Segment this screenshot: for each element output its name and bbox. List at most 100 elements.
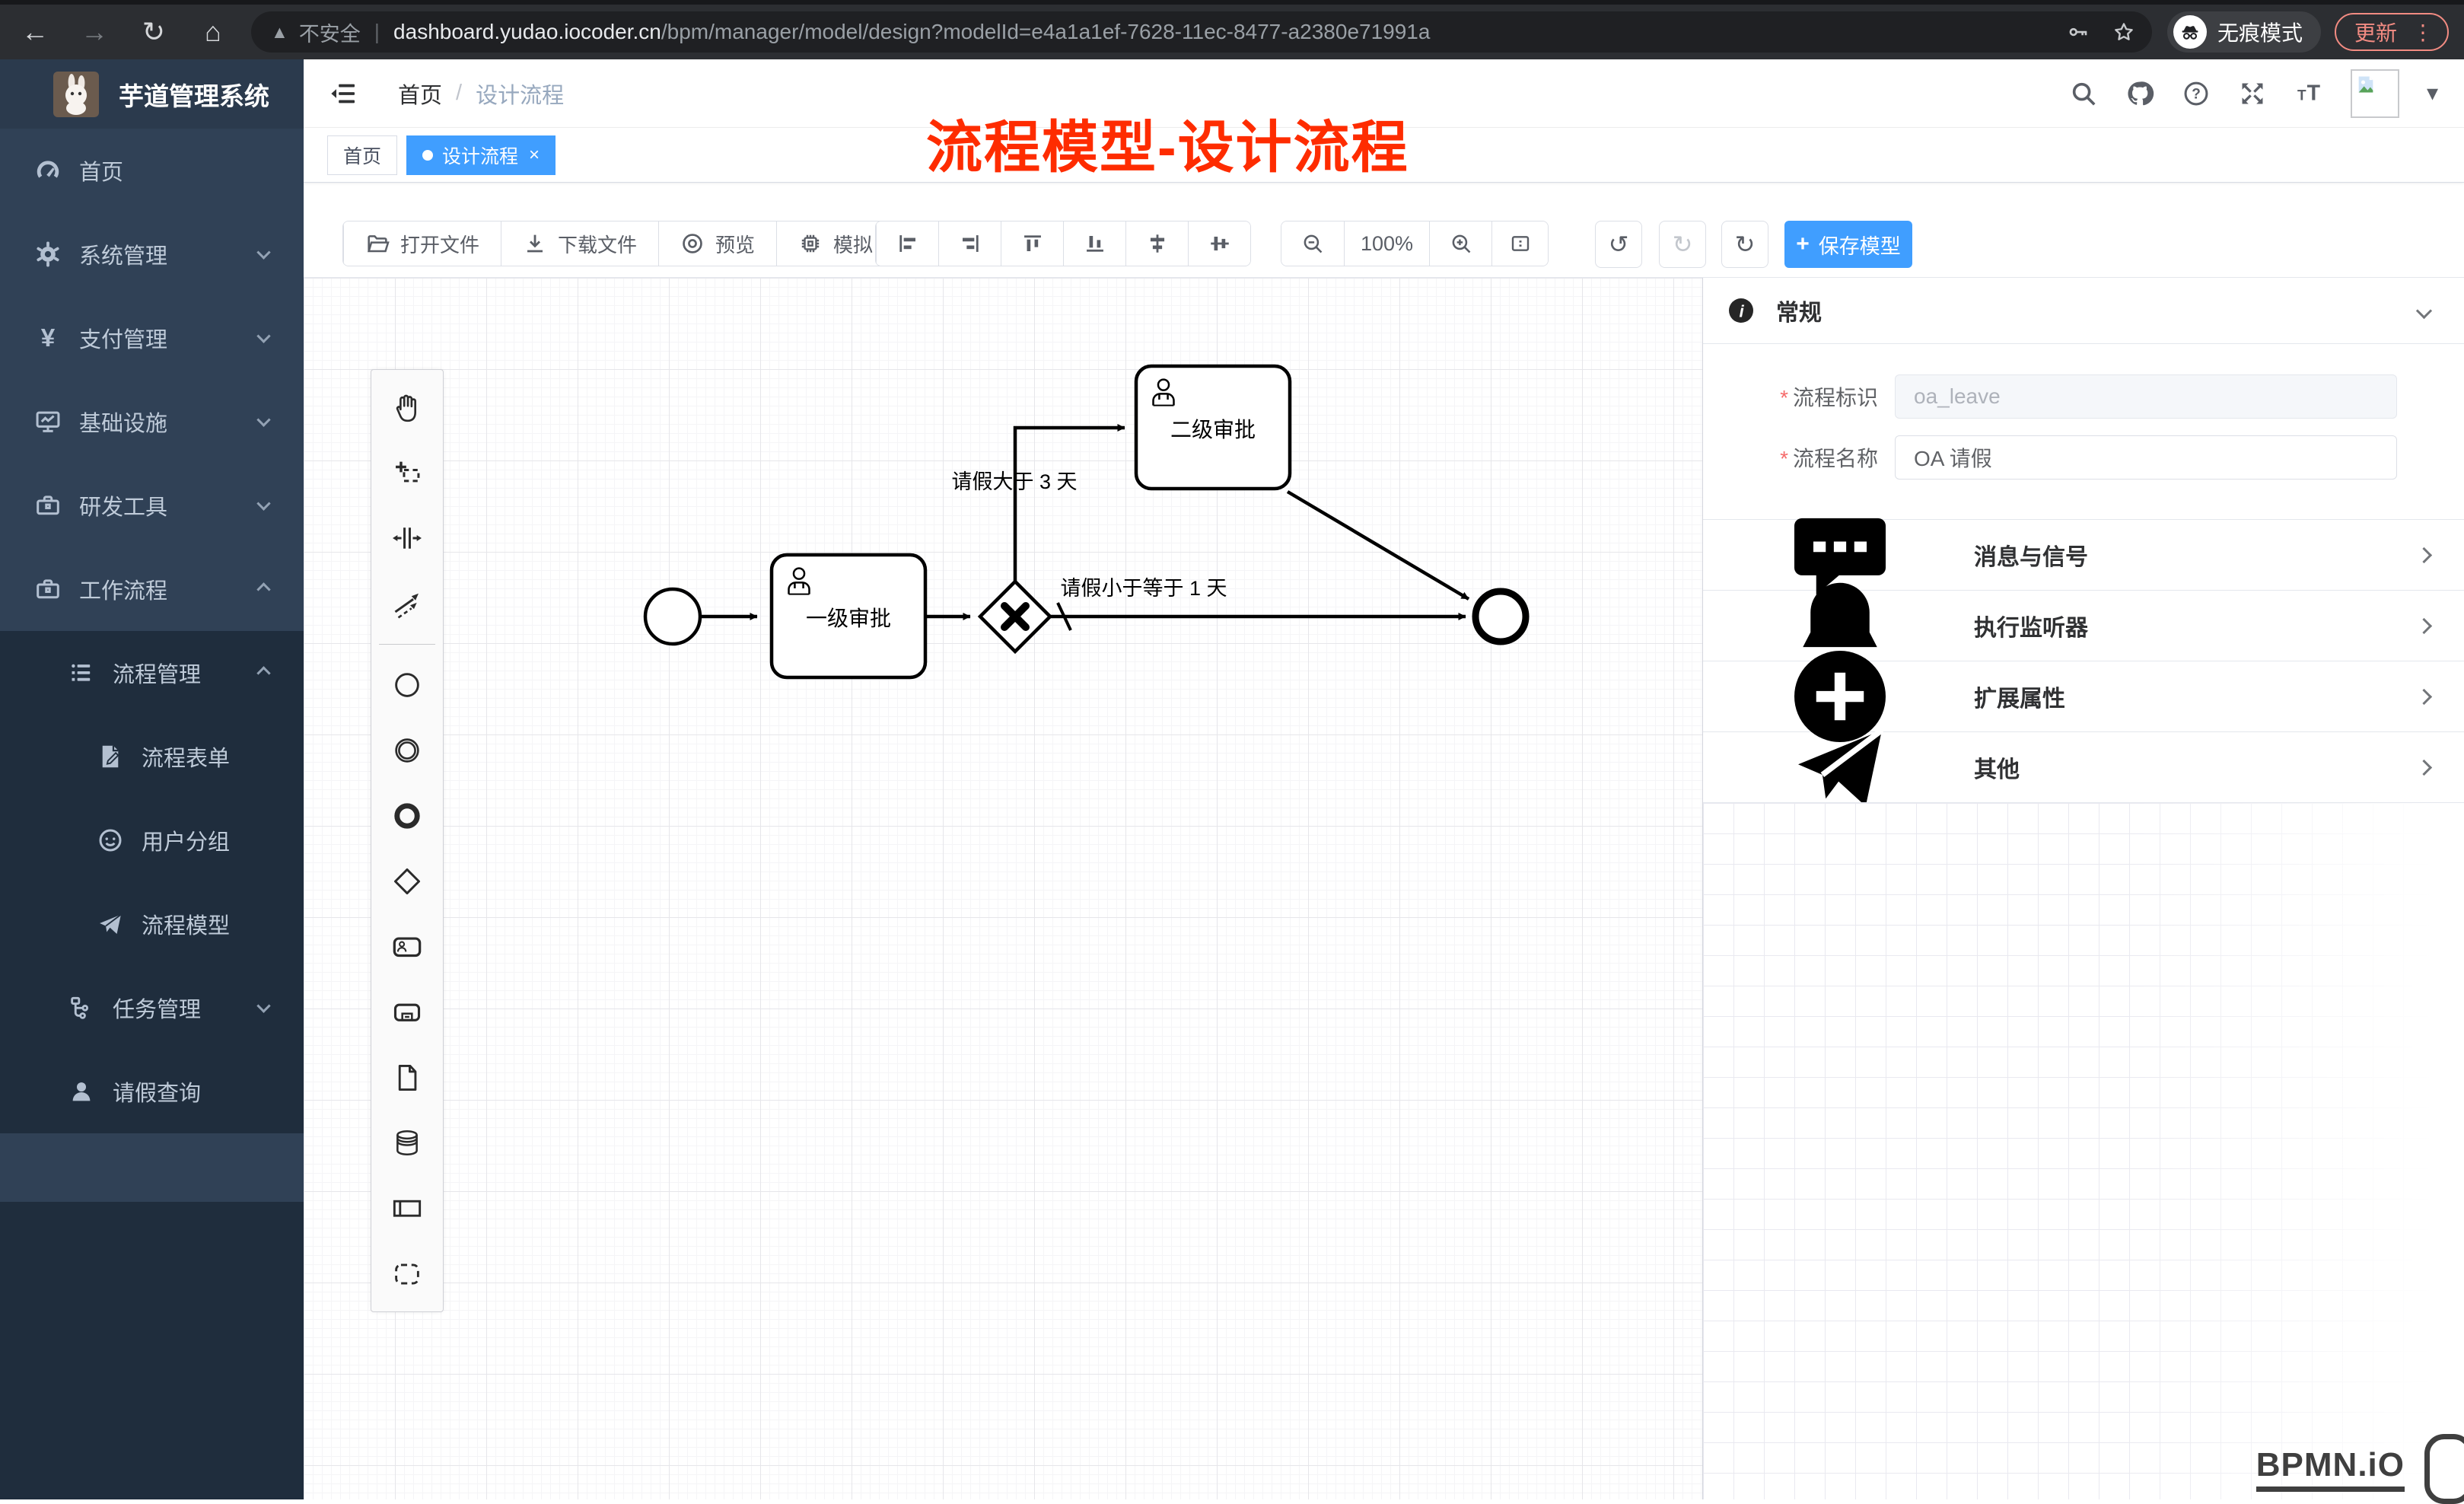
sidebar: 芋道管理系统 首页 系统管理 支付管理 基础设施 — [0, 59, 304, 1499]
palette-shape-icon — [390, 929, 425, 964]
hand-tool-icon[interactable] — [371, 374, 443, 440]
file-button-group: 打开文件 下载文件 预览 模拟 — [342, 221, 895, 266]
create-user-task-icon[interactable] — [371, 914, 443, 980]
exclusive-gateway[interactable] — [980, 582, 1050, 652]
create-start-event-icon[interactable] — [371, 652, 443, 718]
zoom-reset-icon — [1508, 231, 1533, 256]
reload-icon[interactable]: ↻ — [138, 16, 169, 48]
align-bottom-icon[interactable] — [1063, 221, 1125, 266]
sidebar-item-user-group[interactable]: 用户分组 — [0, 798, 304, 882]
sidebar-item-process-mgmt[interactable]: 流程管理 — [0, 631, 304, 715]
bookmark-star-icon[interactable] — [2112, 21, 2135, 43]
lasso-tool-icon[interactable] — [371, 440, 443, 505]
sidebar-item-home[interactable]: 首页 — [0, 129, 304, 212]
refresh-button[interactable]: ↻ — [1721, 221, 1768, 268]
create-subprocess-icon[interactable] — [371, 980, 443, 1045]
process-key-input[interactable] — [1895, 374, 2397, 419]
forward-icon[interactable]: → — [79, 16, 110, 48]
bpmn-io-logo[interactable]: BPMN.iO — [2256, 1434, 2429, 1492]
plus-icon: + — [1796, 231, 1810, 257]
create-data-object-icon[interactable] — [371, 1045, 443, 1110]
key-icon[interactable] — [2067, 21, 2090, 43]
create-pool-icon[interactable] — [371, 1176, 443, 1241]
navbar-actions: ▾ — [2069, 69, 2464, 118]
sidebar-item-system[interactable]: 系统管理 — [0, 212, 304, 296]
align-icon — [1145, 231, 1170, 256]
palette-shape-icon — [390, 864, 425, 899]
avatar[interactable] — [2351, 69, 2399, 118]
back-icon[interactable]: ← — [20, 16, 50, 48]
breadcrumb-home[interactable]: 首页 — [398, 78, 442, 110]
breadcrumb-current: 设计流程 — [476, 78, 564, 110]
start-event[interactable] — [645, 589, 700, 644]
help-icon[interactable] — [2182, 79, 2211, 108]
create-gateway-icon[interactable] — [371, 849, 443, 914]
sidebar-item-process-model[interactable]: 流程模型 — [0, 882, 304, 966]
font-size-icon[interactable] — [2294, 79, 2323, 108]
tab-design-process[interactable]: 设计流程 × — [406, 135, 556, 175]
browser-update-button[interactable]: 更新 ⋮ — [2335, 13, 2449, 51]
zoom-out-button[interactable] — [1281, 221, 1344, 266]
undo-button[interactable]: ↺ — [1595, 221, 1642, 268]
sidebar-item-label: 流程管理 — [113, 657, 201, 689]
align-center-vertical-icon[interactable] — [1188, 221, 1250, 266]
address-bar[interactable]: ▲ 不安全 | dashboard.yudao.iocoder.cn/bpm/m… — [251, 11, 2152, 53]
zoom-in-button[interactable] — [1429, 221, 1491, 266]
create-data-store-icon[interactable] — [371, 1110, 443, 1176]
align-left-icon[interactable] — [876, 221, 938, 266]
sidebar-item-icon — [33, 575, 62, 604]
browser-menu-icon[interactable]: ⋮ — [2412, 20, 2434, 45]
sidebar-menu: 首页 系统管理 支付管理 基础设施 研发 — [0, 129, 304, 1133]
incognito-icon — [2173, 15, 2207, 49]
sidebar-item-leave-query[interactable]: 请假查询 — [0, 1050, 304, 1133]
fullscreen-icon[interactable] — [2238, 79, 2267, 108]
sidebar-item-icon — [96, 742, 125, 771]
sidebar-item-infra[interactable]: 基础设施 — [0, 380, 304, 464]
app-logo-row[interactable]: 芋道管理系统 — [0, 59, 304, 129]
toolbar-button-icon — [523, 231, 547, 256]
chevron-down-icon[interactable]: ▾ — [2427, 80, 2438, 107]
tab-close-icon[interactable]: × — [529, 145, 540, 166]
panel-section-other[interactable]: 其他 — [1703, 731, 2464, 802]
tab-home[interactable]: 首页 — [327, 135, 397, 175]
sidebar-item-payment[interactable]: 支付管理 — [0, 296, 304, 380]
global-connect-tool-icon[interactable] — [371, 571, 443, 636]
sidebar-item-label: 首页 — [79, 155, 123, 186]
align-center-horizontal-icon[interactable] — [1125, 221, 1188, 266]
zoom-reset-button[interactable] — [1491, 221, 1548, 266]
open-file-button[interactable]: 打开文件 — [343, 221, 501, 266]
task-second-approval[interactable]: 二级审批 — [1136, 366, 1290, 489]
security-label[interactable]: 不安全 — [299, 18, 361, 47]
sidebar-item-devtools[interactable]: 研发工具 — [0, 464, 304, 547]
flow-gateway-to-task2[interactable] — [1015, 428, 1125, 581]
sidebar-item-workflow[interactable]: 工作流程 — [0, 547, 304, 631]
process-name-input[interactable] — [1895, 435, 2397, 480]
sidebar-item-label: 任务管理 — [113, 992, 201, 1024]
space-tool-icon[interactable] — [371, 505, 443, 571]
create-intermediate-event-icon[interactable] — [371, 718, 443, 783]
url-text[interactable]: dashboard.yudao.iocoder.cn/bpm/manager/m… — [393, 20, 2067, 44]
save-model-button[interactable]: + 保存模型 — [1784, 221, 1912, 268]
download-file-button[interactable]: 下载文件 — [501, 221, 658, 266]
align-top-icon[interactable] — [1001, 221, 1063, 266]
sidebar-item-process-form[interactable]: 流程表单 — [0, 715, 304, 798]
sidebar-item-label: 基础设施 — [79, 406, 167, 438]
end-event[interactable] — [1476, 591, 1526, 642]
redo-icon: ↻ — [1673, 230, 1693, 259]
sidebar-item-label: 支付管理 — [79, 322, 167, 354]
redo-button[interactable]: ↻ — [1659, 221, 1706, 268]
sidebar-item-task-mgmt[interactable]: 任务管理 — [0, 966, 304, 1050]
chevron-right-icon — [2416, 546, 2432, 562]
align-right-icon[interactable] — [938, 221, 1001, 266]
panel-grid-area: BPMN.iO — [1703, 802, 2464, 1499]
sidebar-toggle-icon[interactable] — [328, 78, 358, 109]
preview-button[interactable]: 预览 — [658, 221, 776, 266]
home-icon[interactable]: ⌂ — [198, 16, 228, 48]
create-group-icon[interactable] — [371, 1241, 443, 1307]
task-first-approval[interactable]: 一级审批 — [772, 555, 925, 677]
panel-section-general[interactable]: 常规 — [1703, 278, 2464, 343]
create-end-event-icon[interactable] — [371, 783, 443, 849]
github-icon[interactable] — [2125, 79, 2154, 108]
flow-task2-to-end[interactable] — [1288, 492, 1469, 599]
search-icon[interactable] — [2069, 79, 2098, 108]
